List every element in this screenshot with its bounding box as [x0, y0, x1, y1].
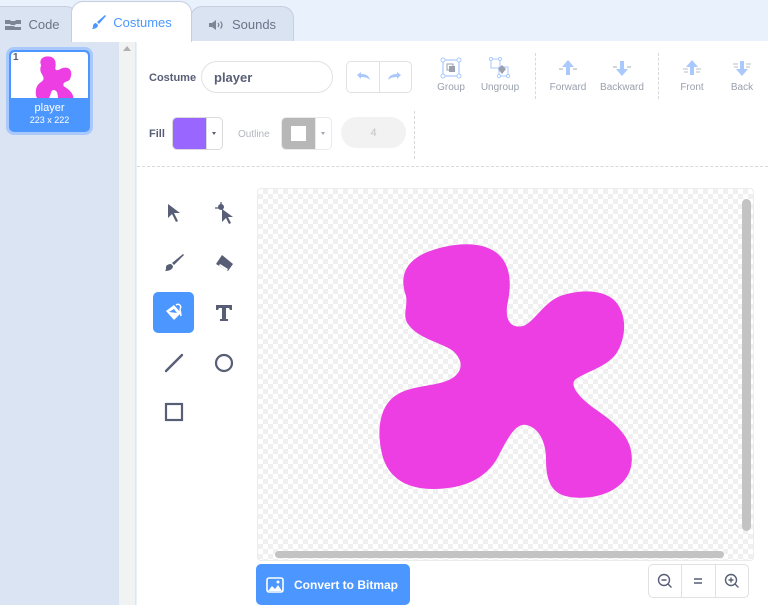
brush-tool[interactable]: [153, 242, 194, 283]
redo-icon: [388, 72, 402, 80]
ungroup-button[interactable]: Ungroup: [470, 57, 530, 93]
back-label: Back: [730, 82, 754, 93]
rectangle-icon: [164, 402, 183, 421]
paint-editor: Costume Group Un: [137, 41, 768, 605]
fill-color-swatch[interactable]: [173, 118, 206, 149]
zoom-controls: [648, 564, 749, 598]
canvas-vertical-scrollbar[interactable]: [742, 199, 751, 531]
costume-tile[interactable]: 1 player 223 x 222: [6, 47, 93, 135]
outline-color-inner: [291, 126, 306, 141]
convert-to-bitmap-label: Convert to Bitmap: [294, 577, 399, 592]
outline-color-picker[interactable]: [281, 117, 332, 150]
forward-arrow-icon: [559, 60, 577, 75]
toolbar-divider: [414, 111, 415, 159]
equals-icon: [694, 578, 703, 584]
caret-down-icon: [212, 132, 216, 135]
tab-costumes-label: Costumes: [113, 14, 172, 30]
back-button[interactable]: Back: [712, 57, 768, 93]
speaker-icon: [208, 19, 223, 30]
paint-bucket-icon: [165, 303, 182, 320]
scroll-up-arrow-icon[interactable]: [123, 46, 131, 51]
fill-dropdown[interactable]: [206, 118, 221, 149]
group-label: Group: [437, 82, 465, 93]
toolbar-divider: [658, 53, 659, 99]
convert-to-bitmap-button[interactable]: Convert to Bitmap: [256, 564, 410, 605]
tab-sounds[interactable]: Sounds: [190, 6, 294, 42]
back-arrow-icon: [733, 61, 751, 76]
eraser-icon: [215, 254, 233, 271]
costume-name-label: Costume: [149, 72, 197, 84]
costume-list: 1 player 223 x 222: [0, 41, 119, 605]
circle-icon: [214, 353, 233, 372]
fill-label: Fill: [149, 128, 165, 140]
ungroup-label: Ungroup: [480, 82, 520, 93]
toolbar-separator: [137, 166, 768, 167]
zoom-out-button[interactable]: [649, 565, 681, 597]
group-icon: [440, 57, 462, 79]
backward-arrow-icon: [613, 61, 631, 76]
line-tool[interactable]: [153, 342, 194, 383]
line-icon: [164, 353, 183, 372]
select-tool[interactable]: [153, 192, 194, 233]
ungroup-icon: [489, 57, 511, 79]
front-arrow-icon: [683, 60, 701, 75]
costume-list-scrollbar[interactable]: [119, 41, 136, 605]
code-blocks-icon: [5, 19, 22, 30]
outline-color-swatch[interactable]: [282, 118, 315, 149]
arrow-cursor-icon: [167, 203, 180, 222]
circle-tool[interactable]: [203, 342, 244, 383]
undo-button[interactable]: [347, 62, 379, 92]
canvas-horizontal-scrollbar[interactable]: [275, 551, 724, 558]
toolbar-divider: [535, 53, 536, 99]
costume-shape: [379, 244, 632, 498]
editor-tabs: Code Costumes Sounds: [0, 0, 768, 42]
undo-redo-group: [346, 61, 412, 93]
redo-button[interactable]: [378, 62, 412, 92]
forward-label: Forward: [549, 82, 587, 93]
image-icon: [266, 576, 284, 593]
drawing-canvas[interactable]: [257, 188, 754, 561]
front-label: Front: [680, 82, 704, 93]
costume-number: 1: [13, 52, 19, 63]
eraser-tool[interactable]: [203, 242, 244, 283]
text-icon: [215, 304, 232, 321]
fill-tool[interactable]: [153, 292, 194, 333]
pink-blob-shape[interactable]: [379, 244, 632, 498]
caret-down-icon: [321, 132, 325, 135]
outline-label: Outline: [238, 129, 270, 140]
costume-size: 223 x 222: [29, 115, 70, 125]
costume-thumbnail-image: [35, 56, 74, 104]
tab-sounds-label: Sounds: [231, 17, 277, 32]
costume-thumbnail: [11, 52, 88, 104]
forward-button[interactable]: Forward: [538, 57, 598, 93]
tab-code-label: Code: [28, 17, 60, 32]
tab-code[interactable]: Code: [0, 6, 78, 42]
costume-name: player: [34, 102, 65, 114]
fill-color-picker[interactable]: [172, 117, 223, 150]
reshape-cursor-icon: [214, 201, 233, 224]
costume-name-input[interactable]: [201, 61, 333, 93]
undo-icon: [356, 72, 370, 80]
zoom-out-icon: [657, 573, 673, 588]
paintbrush-icon: [92, 15, 107, 29]
brush-icon: [164, 253, 184, 271]
backward-button[interactable]: Backward: [592, 57, 652, 93]
tab-costumes[interactable]: Costumes: [71, 1, 192, 42]
backward-label: Backward: [600, 82, 644, 93]
zoom-in-icon: [724, 573, 739, 588]
rectangle-tool[interactable]: [153, 391, 194, 432]
zoom-in-button[interactable]: [714, 565, 748, 597]
stroke-width-input[interactable]: [341, 117, 406, 148]
reshape-tool[interactable]: [203, 192, 244, 233]
zoom-reset-button[interactable]: [681, 565, 714, 597]
text-tool[interactable]: [203, 292, 244, 333]
outline-dropdown[interactable]: [315, 118, 330, 149]
